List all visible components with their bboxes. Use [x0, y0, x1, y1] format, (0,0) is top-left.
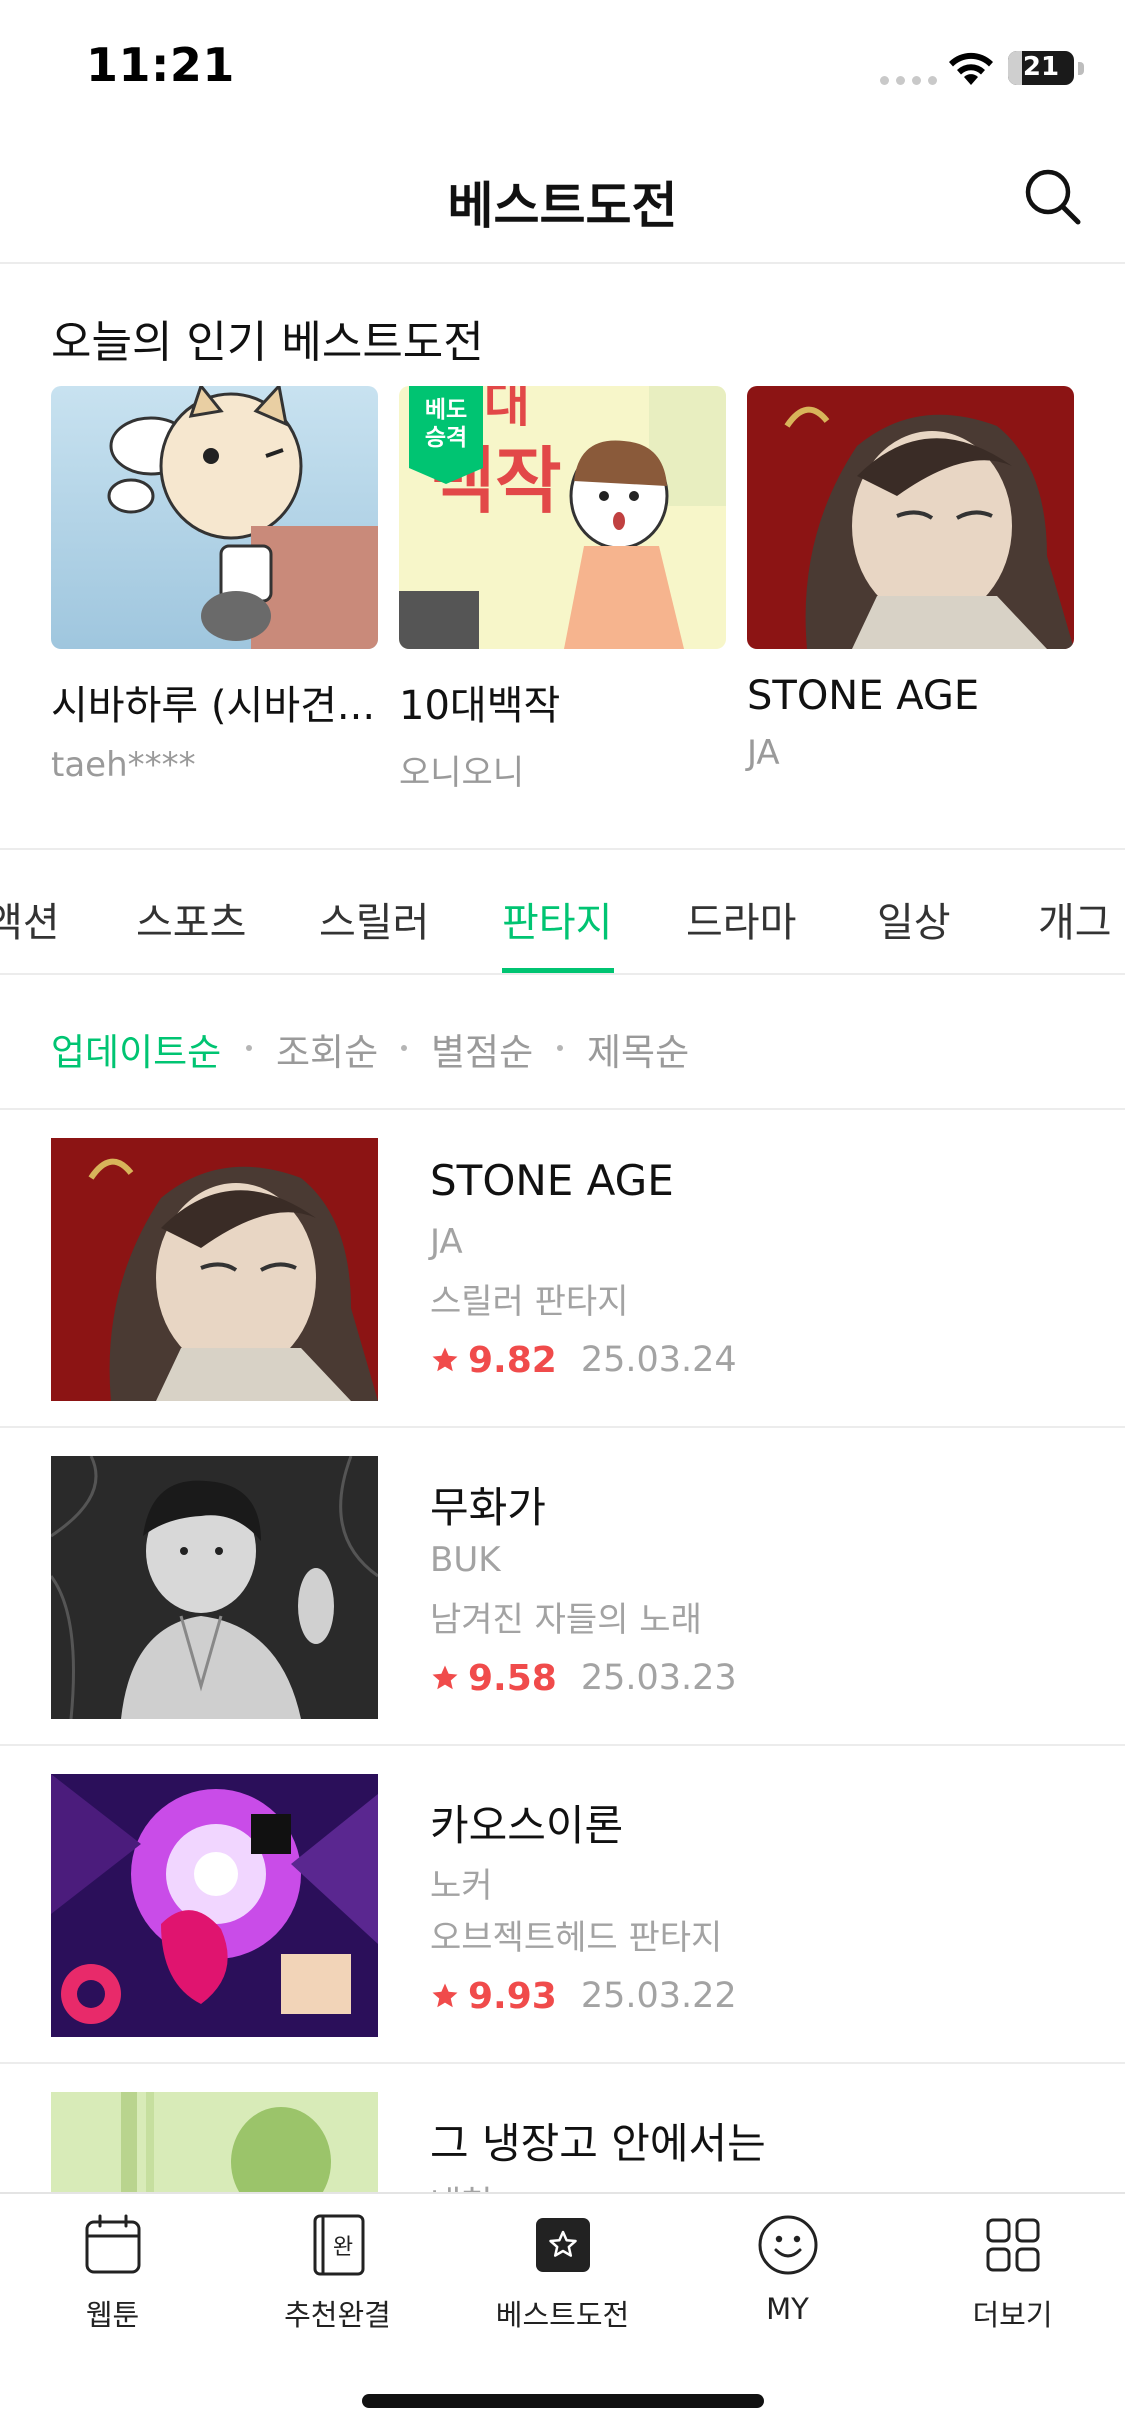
- nav-label: 웹툰: [85, 2298, 140, 2332]
- list-thumbnail: [51, 2092, 378, 2192]
- smile-icon: [758, 2215, 817, 2275]
- page-title: 베스트도전: [447, 177, 678, 235]
- promotion-badge: 베도 승격: [409, 386, 483, 484]
- sort-separator: [401, 1045, 407, 1051]
- list-meta: 9.93 25.03.22: [430, 1974, 737, 2018]
- nav-label: 추천완결: [284, 2298, 391, 2332]
- tab-daily[interactable]: 일상: [877, 890, 951, 948]
- popular-card[interactable]: 백작 대 베도 승격 10대백작 오니오니: [399, 386, 726, 794]
- sort-update[interactable]: 업데이트순: [51, 1022, 221, 1076]
- sort-views[interactable]: 조회순: [276, 1022, 378, 1076]
- list-author: JA: [430, 1222, 463, 1262]
- list-item[interactable]: 카오스이론 노커 오브젝트헤드 판타지 9.93 25.03.22: [0, 1746, 1125, 2064]
- card-title: 10대백작: [399, 683, 561, 729]
- sort-separator: [246, 1045, 252, 1051]
- wifi-icon: [949, 52, 993, 85]
- list-item[interactable]: 무화가 BUK 남겨진 자들의 노래 9.58 25.03.23: [0, 1428, 1125, 1746]
- nav-best-challenge[interactable]: 베스트도전: [450, 2210, 675, 2334]
- list-title: 무화가: [430, 1483, 546, 1532]
- cellular-signal-icon: [880, 76, 937, 85]
- sort-separator: [557, 1045, 563, 1051]
- update-date: 25.03.24: [580, 1340, 737, 1380]
- card-author: JA: [747, 733, 780, 773]
- tab-fantasy[interactable]: 판타지: [502, 890, 612, 948]
- nav-my[interactable]: MY: [675, 2210, 900, 2326]
- nav-label: 더보기: [972, 2298, 1053, 2332]
- star-icon: [432, 1347, 458, 1372]
- list-author: BUK: [430, 1540, 501, 1580]
- list-thumbnail: [51, 1456, 378, 1719]
- list-meta: 9.82 25.03.24: [430, 1338, 737, 1382]
- nav-label: MY: [766, 2292, 809, 2326]
- list-genre: 스릴러 판타지: [430, 1282, 629, 1322]
- list-genre: 남겨진 자들의 노래: [430, 1600, 702, 1640]
- list-author: 노커: [430, 1866, 493, 1906]
- genre-tabs: 액션 스포츠 스릴러 판타지 드라마 일상 개그: [0, 850, 1125, 975]
- star-icon: [432, 1983, 458, 2008]
- svg-text:대: 대: [484, 386, 530, 433]
- battery-icon: 21: [1008, 51, 1074, 85]
- update-date: 25.03.23: [580, 1658, 737, 1698]
- nav-more[interactable]: 더보기: [900, 2210, 1125, 2334]
- app-header: 베스트도전: [0, 132, 1125, 264]
- grid-icon: [986, 2218, 1039, 2272]
- list-title: STONE AGE: [430, 1156, 674, 1205]
- status-time: 11:21: [86, 38, 235, 92]
- rating-value: 9.58: [468, 1657, 557, 1699]
- tab-thriller[interactable]: 스릴러: [319, 890, 429, 948]
- list-author: 내천: [430, 2176, 493, 2192]
- list-item[interactable]: 그 냉장고 안에서는 내천: [0, 2064, 1125, 2192]
- card-title: STONE AGE: [747, 673, 980, 719]
- nav-label: 베스트도전: [495, 2298, 630, 2332]
- card-thumbnail: [51, 386, 378, 649]
- sort-rating[interactable]: 별점순: [431, 1022, 533, 1076]
- rating-value: 9.82: [468, 1339, 557, 1381]
- active-tab-indicator: [502, 968, 614, 973]
- star-icon: [432, 1665, 458, 1690]
- svg-text:완: 완: [332, 2235, 352, 2260]
- nav-recommended-complete[interactable]: 완 추천완결: [225, 2210, 450, 2334]
- battery-nub: [1078, 62, 1084, 75]
- section-title: 오늘의 인기 베스트도전: [51, 317, 484, 368]
- popular-card[interactable]: 시바하루 (시바견... taeh****: [51, 386, 378, 785]
- book-complete-icon: 완: [313, 2214, 364, 2276]
- calendar-icon: [85, 2214, 140, 2274]
- list-meta: 9.58 25.03.23: [430, 1656, 737, 1700]
- webtoon-list: STONE AGE JA 스릴러 판타지 9.82 25.03.24 무화가 B…: [0, 1110, 1125, 2192]
- update-date: 25.03.22: [580, 1976, 737, 2016]
- card-author: taeh****: [51, 745, 196, 785]
- tab-sports[interactable]: 스포츠: [136, 890, 246, 948]
- sort-title[interactable]: 제목순: [587, 1022, 689, 1076]
- card-author: 오니오니: [399, 753, 525, 793]
- list-item[interactable]: STONE AGE JA 스릴러 판타지 9.82 25.03.24: [0, 1110, 1125, 1428]
- card-title: 시바하루 (시바견...: [51, 683, 376, 729]
- tab-drama[interactable]: 드라마: [686, 890, 796, 948]
- tab-action[interactable]: 액션: [0, 890, 60, 948]
- tab-comedy[interactable]: 개그: [1038, 890, 1112, 948]
- list-genre: 오브젝트헤드 판타지: [430, 1918, 723, 1958]
- list-thumbnail: [51, 1774, 378, 2037]
- list-title: 그 냉장고 안에서는: [430, 2119, 766, 2168]
- rating-value: 9.93: [468, 1975, 557, 2017]
- star-box-icon: [535, 2218, 590, 2272]
- list-title: 카오스이론: [430, 1801, 624, 1850]
- search-icon[interactable]: [1018, 162, 1088, 232]
- nav-webtoon[interactable]: 웹툰: [0, 2210, 225, 2334]
- card-thumbnail: [747, 386, 1074, 649]
- popular-card[interactable]: STONE AGE JA: [747, 386, 1074, 773]
- card-thumbnail: 백작 대 베도 승격: [399, 386, 726, 649]
- home-indicator: [362, 2394, 764, 2408]
- popular-section: 오늘의 인기 베스트도전 시바하루 (시바견... taeh**** 백작 대 …: [0, 266, 1125, 848]
- sort-bar: 업데이트순 조회순 별점순 제목순: [0, 977, 1125, 1110]
- list-thumbnail: [51, 1138, 378, 1401]
- status-bar: 11:21 21: [0, 0, 1125, 132]
